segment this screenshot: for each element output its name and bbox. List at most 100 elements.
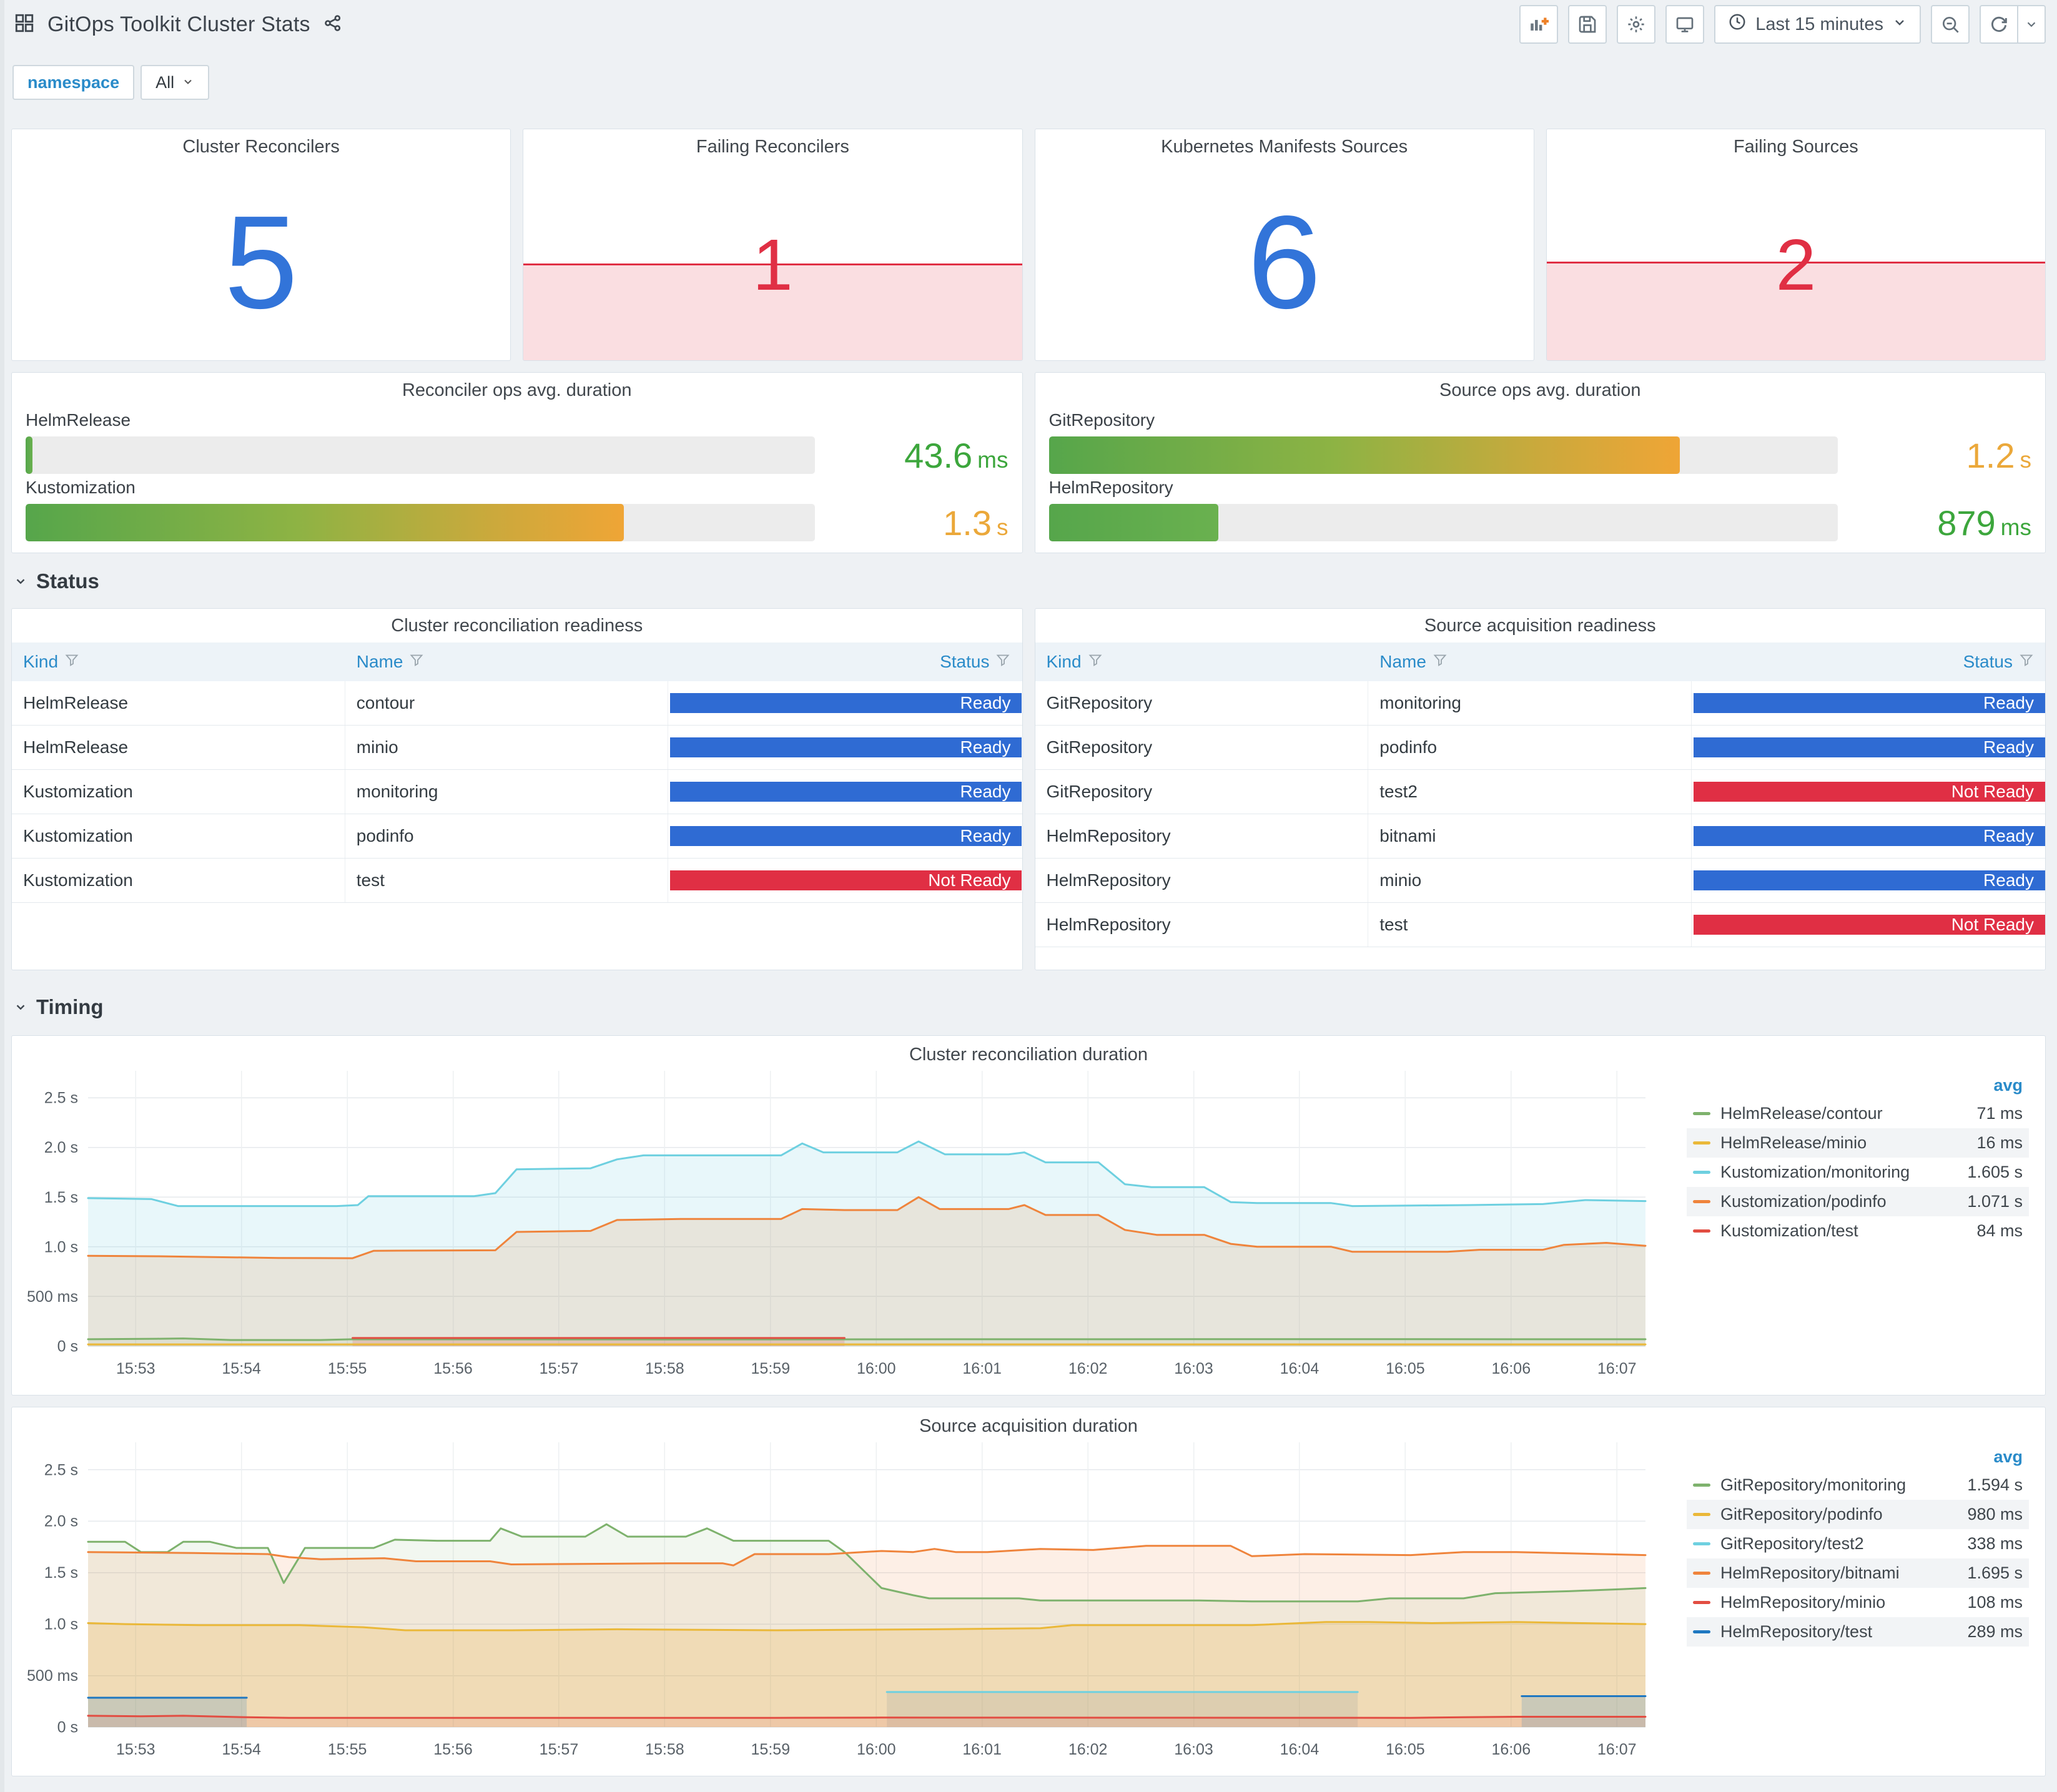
legend-series-dash xyxy=(1693,1200,1710,1203)
chart-legend: avg HelmRelease/contour 71 ms HelmRelease/m… xyxy=(1687,1072,2029,1246)
table-row: Kustomization podinfo Ready xyxy=(12,814,1022,859)
cell-status: Ready xyxy=(668,726,1022,769)
status-badge: Ready xyxy=(1693,826,2045,846)
refresh-split-button xyxy=(1980,5,2046,44)
legend-avg-header[interactable]: avg xyxy=(1687,1444,2029,1470)
kiosk-mode-button[interactable] xyxy=(1665,5,1705,44)
legend-series-avg: 1.605 s xyxy=(1967,1163,2023,1181)
refresh-button[interactable] xyxy=(1980,5,2018,44)
cell-status: Ready xyxy=(1692,814,2045,858)
legend-item[interactable]: HelmRepository/bitnami 1.695 s xyxy=(1687,1558,2029,1588)
legend-series-name[interactable]: HelmRepository/minio xyxy=(1720,1593,1929,1612)
legend-series-name[interactable]: HelmRelease/contour xyxy=(1720,1104,1929,1123)
legend-item[interactable]: Kustomization/monitoring 1.605 s xyxy=(1687,1158,2029,1187)
variable-namespace-label[interactable]: namespace xyxy=(12,65,135,100)
legend-series-name[interactable]: Kustomization/monitoring xyxy=(1720,1163,1929,1182)
legend-avg-header[interactable]: avg xyxy=(1687,1072,2029,1099)
stat-panel-title: Cluster Reconcilers xyxy=(182,136,340,157)
add-panel-button[interactable] xyxy=(1519,5,1559,44)
chart-title: Cluster reconciliation duration xyxy=(909,1045,1148,1065)
cell-kind: HelmRepository xyxy=(1035,859,1369,902)
section-status-toggle[interactable]: Status xyxy=(14,569,99,593)
table-panel-1: Source acquisition readiness Kind Name Stat… xyxy=(1034,608,2046,970)
gauge-panel-1: Source ops avg. duration GitRepository 1.2… xyxy=(1034,372,2046,553)
legend-series-name[interactable]: Kustomization/test xyxy=(1720,1221,1929,1241)
legend-series-avg: 71 ms xyxy=(1976,1104,2023,1123)
stat-panel-1: Failing Reconcilers 1 xyxy=(523,129,1023,361)
gauge-value-unit: ms xyxy=(2000,514,2031,540)
gauge-value-unit: s xyxy=(2020,446,2032,473)
legend-series-avg: 338 ms xyxy=(1967,1534,2023,1553)
refresh-interval-dropdown[interactable] xyxy=(2018,5,2046,44)
gauge-panel-0: Reconciler ops avg. duration HelmRelease 4… xyxy=(11,372,1023,553)
legend-series-avg: 108 ms xyxy=(1967,1593,2023,1612)
table-panel-title: Cluster reconciliation readiness xyxy=(391,615,643,636)
dashboard: GitOps Toolkit Cluster Stats Last 15 min… xyxy=(0,0,2057,1792)
legend-series-name[interactable]: Kustomization/podinfo xyxy=(1720,1192,1929,1211)
legend-item[interactable]: GitRepository/monitoring 1.594 s xyxy=(1687,1470,2029,1500)
column-header-status[interactable]: Status xyxy=(1692,642,2045,681)
section-timing-toggle[interactable]: Timing xyxy=(14,995,104,1019)
table-row: HelmRepository test Not Ready xyxy=(1035,903,2045,947)
svg-text:0 s: 0 s xyxy=(57,1719,78,1736)
legend-item[interactable]: HelmRelease/contour 71 ms xyxy=(1687,1099,2029,1128)
legend-series-name[interactable]: GitRepository/monitoring xyxy=(1720,1475,1929,1495)
table-row: HelmRepository minio Ready xyxy=(1035,859,2045,903)
zoom-out-button[interactable] xyxy=(1931,5,1970,44)
cell-kind: GitRepository xyxy=(1035,681,1369,725)
gauge-value-unit: ms xyxy=(977,446,1009,473)
legend-item[interactable]: HelmRepository/minio 108 ms xyxy=(1687,1588,2029,1617)
svg-text:2.5 s: 2.5 s xyxy=(44,1461,78,1479)
cell-status: Ready xyxy=(668,770,1022,814)
column-header-label: Status xyxy=(1963,652,2013,671)
svg-text:16:03: 16:03 xyxy=(1174,1741,1213,1758)
share-icon[interactable] xyxy=(323,13,343,36)
svg-text:16:07: 16:07 xyxy=(1597,1360,1637,1377)
cell-status: Not Ready xyxy=(1692,770,2045,814)
filter-icon[interactable] xyxy=(409,652,424,672)
legend-series-name[interactable]: HelmRelease/minio xyxy=(1720,1133,1929,1153)
gauge-value-number: 879 xyxy=(1937,503,1996,543)
svg-text:15:57: 15:57 xyxy=(540,1741,579,1758)
filter-icon[interactable] xyxy=(2019,652,2034,672)
column-header-kind[interactable]: Kind xyxy=(1035,642,1369,681)
legend-item[interactable]: Kustomization/test 84 ms xyxy=(1687,1216,2029,1246)
legend-item[interactable]: GitRepository/podinfo 980 ms xyxy=(1687,1500,2029,1529)
save-dashboard-button[interactable] xyxy=(1568,5,1607,44)
legend-item[interactable]: GitRepository/test2 338 ms xyxy=(1687,1529,2029,1558)
column-header-kind[interactable]: Kind xyxy=(12,642,345,681)
cell-kind: HelmRelease xyxy=(12,726,345,769)
status-badge: Ready xyxy=(670,737,1022,757)
legend-series-dash xyxy=(1693,1141,1710,1145)
legend-series-name[interactable]: GitRepository/test2 xyxy=(1720,1534,1929,1553)
chart-cluster-reconciliation-duration: Cluster reconciliation duration 0 s 500 ms… xyxy=(11,1035,2046,1396)
stat-panels-row: Cluster Reconcilers 5 Failing Reconcilers 1… xyxy=(11,129,2046,361)
svg-text:15:58: 15:58 xyxy=(645,1360,684,1377)
filter-icon[interactable] xyxy=(1433,652,1448,672)
gauge-row-helmrepository: HelmRepository 879 ms xyxy=(1048,478,2031,543)
legend-series-name[interactable]: HelmRepository/bitnami xyxy=(1720,1563,1929,1583)
settings-button[interactable] xyxy=(1617,5,1656,44)
legend-series-name[interactable]: HelmRepository/test xyxy=(1720,1622,1929,1642)
filter-icon[interactable] xyxy=(1088,652,1103,672)
gauge-track xyxy=(26,436,815,474)
column-header-name[interactable]: Name xyxy=(1368,642,1692,681)
dashboard-grid-icon[interactable] xyxy=(14,12,35,37)
gauge-fill xyxy=(1048,436,1680,474)
svg-text:16:06: 16:06 xyxy=(1492,1360,1531,1377)
column-header-status[interactable]: Status xyxy=(668,642,1022,681)
table-row: Kustomization monitoring Ready xyxy=(12,770,1022,814)
legend-item[interactable]: Kustomization/podinfo 1.071 s xyxy=(1687,1187,2029,1216)
variable-namespace-select[interactable]: All xyxy=(141,65,210,100)
gauge-value-number: 1.3 xyxy=(943,503,992,543)
legend-series-name[interactable]: GitRepository/podinfo xyxy=(1720,1505,1929,1524)
svg-text:15:59: 15:59 xyxy=(751,1360,791,1377)
time-range-picker[interactable]: Last 15 minutes xyxy=(1714,5,1921,44)
column-header-name[interactable]: Name xyxy=(345,642,669,681)
stat-value: 2 xyxy=(1775,224,1817,305)
filter-icon[interactable] xyxy=(995,652,1010,672)
legend-item[interactable]: HelmRepository/test 289 ms xyxy=(1687,1617,2029,1647)
legend-item[interactable]: HelmRelease/minio 16 ms xyxy=(1687,1128,2029,1158)
filter-icon[interactable] xyxy=(64,652,79,672)
gauge-value: 43.6 ms xyxy=(815,435,1009,476)
